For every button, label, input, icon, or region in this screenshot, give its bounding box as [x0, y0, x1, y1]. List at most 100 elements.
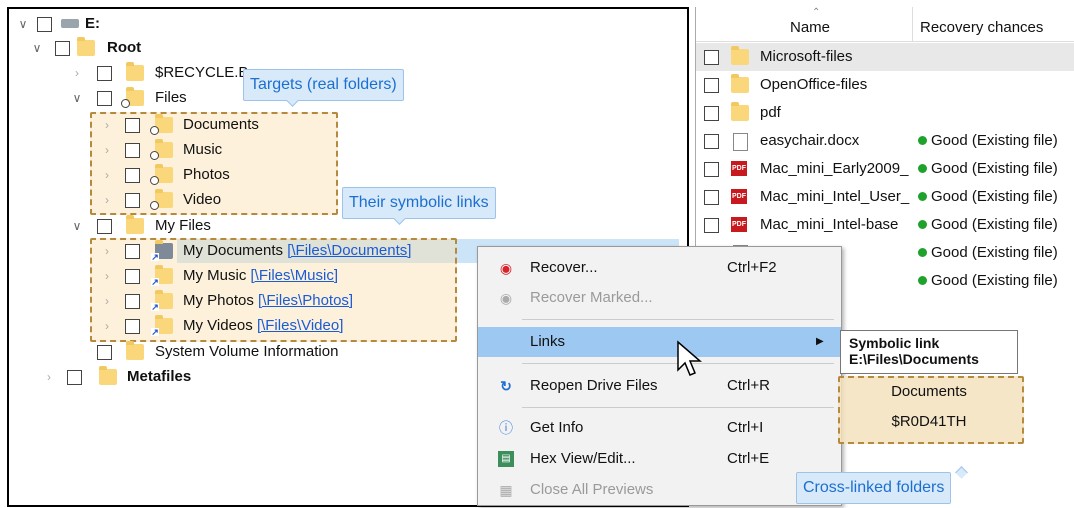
folder-icon	[121, 87, 144, 108]
menu-item-closeall[interactable]: ▦ Close All Previews	[478, 475, 841, 505]
tree-checkbox[interactable]	[97, 219, 112, 234]
file-row[interactable]: pdf	[696, 99, 1074, 127]
tree-row-photos[interactable]: › Photos	[9, 163, 329, 187]
recovery-status: Good (Existing file)	[918, 239, 1058, 267]
chevron-right-icon[interactable]: ›	[101, 314, 113, 338]
folder-icon: ↗	[151, 240, 173, 262]
tree-checkbox[interactable]	[125, 118, 140, 133]
chevron-down-icon[interactable]: ∨	[71, 86, 83, 110]
tree-row-drive[interactable]: ∨ E:	[9, 12, 679, 36]
tree-row-recycle[interactable]: › $RECYCLE.B	[9, 61, 249, 85]
file-checkbox[interactable]	[704, 162, 719, 177]
symlink-icon: ↗	[151, 327, 159, 337]
chevron-right-icon[interactable]: ›	[101, 188, 113, 212]
chevron-down-icon[interactable]: ∨	[31, 36, 43, 60]
file-row[interactable]: PDF Mac_mini_Early2009_ Good (Existing f…	[696, 155, 1074, 183]
file-row[interactable]: PDF Mac_mini_Intel-base Good (Existing f…	[696, 211, 1074, 239]
symlink-target-mydocuments[interactable]: [\Files\Documents]	[287, 242, 411, 259]
recovery-status-text: Good (Existing file)	[931, 216, 1058, 233]
tree-row-sysvol[interactable]: System Volume Information	[9, 340, 479, 364]
submenu-item-documents[interactable]: Documents	[840, 378, 1018, 406]
tree-checkbox[interactable]	[125, 319, 140, 334]
chevron-right-icon[interactable]: ›	[71, 61, 83, 85]
tree-label-files: Files	[155, 89, 187, 106]
file-row[interactable]: Microsoft-files	[696, 43, 1074, 71]
chevron-right-icon[interactable]: ›	[101, 113, 113, 137]
tree-checkbox[interactable]	[97, 345, 112, 360]
recovery-status: Good (Existing file)	[918, 155, 1058, 183]
file-checkbox[interactable]	[704, 106, 719, 121]
file-checkbox[interactable]	[704, 134, 719, 149]
recover-marked-icon: ◉	[499, 290, 513, 306]
context-menu[interactable]: ◉ Recover... Ctrl+F2 ◉ Recover Marked...…	[477, 246, 842, 506]
menu-label-recover: Recover...	[530, 259, 598, 276]
tree-checkbox[interactable]	[125, 294, 140, 309]
tree-checkbox[interactable]	[125, 168, 140, 183]
file-row[interactable]: easychair.docx Good (Existing file)	[696, 127, 1074, 155]
symlink-target-myvideos[interactable]: [\Files\Video]	[257, 317, 343, 334]
drive-icon	[61, 19, 79, 28]
file-checkbox[interactable]	[704, 190, 719, 205]
tree-row-documents[interactable]: › Documents	[9, 113, 329, 137]
tree-label-photos: Photos	[183, 166, 230, 183]
tree-row-root[interactable]: ∨ Root	[9, 36, 679, 60]
tree-checkbox[interactable]	[125, 269, 140, 284]
symlink-target-myphotos[interactable]: [\Files\Photos]	[258, 292, 353, 309]
tree-checkbox[interactable]	[125, 193, 140, 208]
tree-label-root: Root	[107, 39, 142, 56]
file-name: easychair.docx	[760, 132, 860, 149]
file-name: Microsoft-files	[760, 48, 853, 65]
file-checkbox[interactable]	[704, 50, 719, 65]
column-header-name[interactable]: Name	[790, 19, 830, 36]
tree-row-music[interactable]: › Music	[9, 138, 329, 162]
tree-checkbox[interactable]	[125, 143, 140, 158]
symlink-target-mymusic[interactable]: [\Files\Music]	[251, 267, 339, 284]
tree-row-myphotos[interactable]: › ↗ My Photos [\Files\Photos]	[9, 289, 449, 313]
tree-checkbox[interactable]	[97, 66, 112, 81]
file-row[interactable]: PDF Mac_mini_Intel_User_ Good (Existing …	[696, 183, 1074, 211]
tree-row-mydocuments[interactable]: › ↗ My Documents [\Files\Documents]	[9, 239, 449, 263]
tree-checkbox[interactable]	[37, 17, 52, 32]
tree-row-mymusic[interactable]: › ↗ My Music [\Files\Music]	[9, 264, 449, 288]
tree-checkbox[interactable]	[67, 370, 82, 385]
tree-checkbox[interactable]	[97, 91, 112, 106]
pdf-icon: PDF	[731, 161, 747, 176]
menu-item-getinfo[interactable]: ⓘ Get Info Ctrl+I	[478, 413, 841, 443]
submenu-arrow-icon: ▶	[816, 336, 824, 347]
file-checkbox[interactable]	[704, 78, 719, 93]
menu-item-reopen[interactable]: ↻ Reopen Drive Files Ctrl+R	[478, 371, 841, 401]
tree-row-metafiles[interactable]: › Metafiles	[9, 365, 479, 389]
file-checkbox[interactable]	[704, 218, 719, 233]
recovery-status: Good (Existing file)	[918, 267, 1058, 295]
chevron-down-icon[interactable]: ∨	[17, 12, 29, 36]
tree-checkbox[interactable]	[125, 244, 140, 259]
menu-item-hexview[interactable]: ▤ Hex View/Edit... Ctrl+E	[478, 444, 841, 474]
chevron-right-icon[interactable]: ›	[101, 239, 113, 263]
links-submenu[interactable]: Documents $R0D41TH	[840, 378, 1018, 438]
folder-icon	[99, 366, 117, 385]
file-row[interactable]: OpenOffice-files	[696, 71, 1074, 99]
chevron-right-icon[interactable]: ›	[101, 163, 113, 187]
folder-icon	[731, 46, 749, 65]
chevron-down-icon[interactable]: ∨	[71, 214, 83, 238]
menu-shortcut-recover: Ctrl+F2	[727, 259, 777, 276]
hex-icon: ▤	[498, 451, 514, 467]
chevron-right-icon[interactable]: ›	[101, 289, 113, 313]
recovery-status-text: Good (Existing file)	[931, 188, 1058, 205]
menu-item-recover-marked[interactable]: ◉ Recover Marked...	[478, 283, 841, 313]
tree-checkbox[interactable]	[55, 41, 70, 56]
tree-row-video[interactable]: › Video	[9, 188, 329, 212]
chevron-right-icon[interactable]: ›	[101, 264, 113, 288]
menu-item-recover[interactable]: ◉ Recover... Ctrl+F2	[478, 253, 841, 283]
folder-icon	[150, 164, 173, 185]
chevron-right-icon[interactable]: ›	[101, 138, 113, 162]
status-dot-icon	[918, 164, 927, 173]
callout-crosslinked: Cross-linked folders	[796, 472, 952, 504]
chevron-right-icon[interactable]: ›	[43, 365, 55, 389]
tree-label-recycle: $RECYCLE.B	[155, 64, 249, 81]
column-header-recovery[interactable]: Recovery chances	[920, 19, 1043, 36]
menu-item-links[interactable]: Links ▶	[478, 327, 841, 357]
tree-row-myvideos[interactable]: › ↗ My Videos [\Files\Video]	[9, 314, 449, 338]
target-overlay-icon	[150, 126, 159, 135]
submenu-item-r0d41th[interactable]: $R0D41TH	[840, 408, 1018, 436]
